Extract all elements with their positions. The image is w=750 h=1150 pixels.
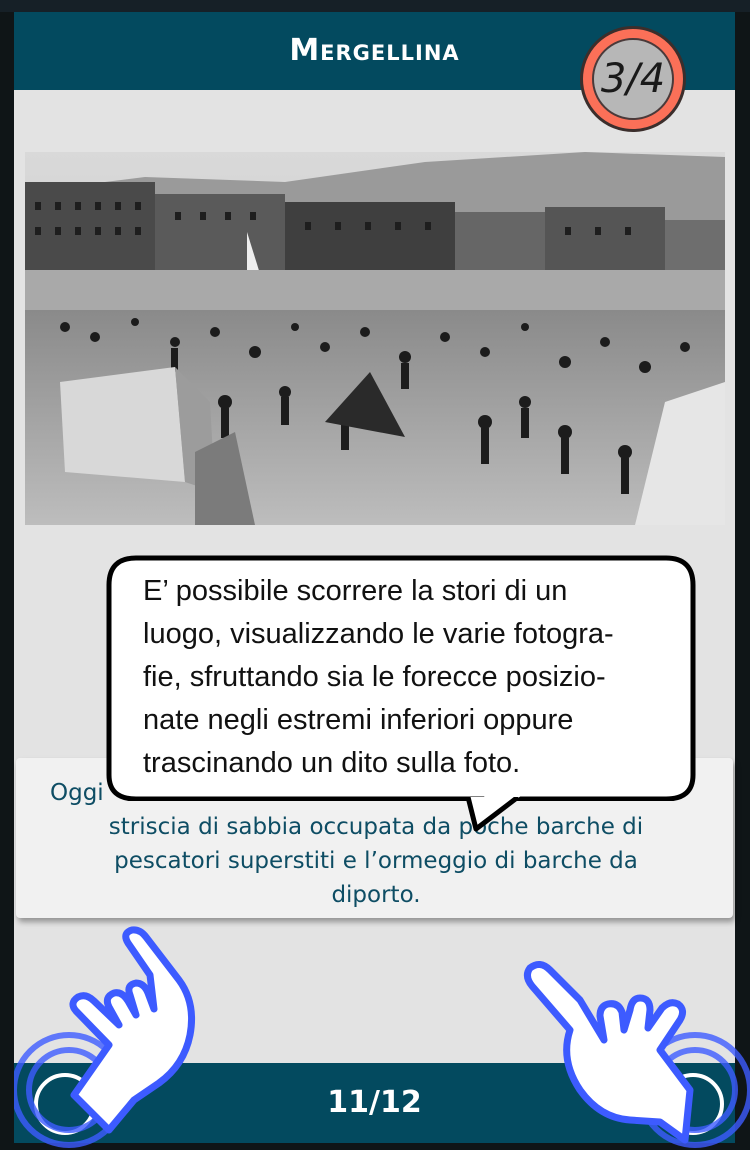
left-pointing-hand-icon bbox=[14, 926, 196, 1148]
tooltip-line: luogo, visualizzando le varie fotogra- bbox=[143, 618, 614, 650]
caption-line: pescatori superstiti e l’ormeggio di bar… bbox=[114, 848, 638, 874]
historic-photo[interactable] bbox=[25, 152, 725, 525]
tooltip-tail bbox=[466, 797, 520, 832]
caption-line: diporto. bbox=[331, 882, 421, 908]
caption-line: striscia di sabbia occupata da poche bar… bbox=[108, 814, 644, 840]
page-indicator-inner: 3/4 bbox=[592, 38, 674, 120]
status-strip bbox=[0, 0, 750, 12]
app-frame: Mergellina Oggi striscia di sabbia occup… bbox=[0, 0, 750, 1150]
tooltip-line: fie, sfruttando sia le forecce posizio- bbox=[143, 661, 606, 693]
tooltip-line: nate negli estremi inferiori oppure bbox=[143, 704, 574, 736]
tooltip-line: E’ possibile scorrere la stori di un bbox=[143, 575, 568, 607]
page-indicator-badge: 3/4 bbox=[580, 26, 686, 132]
tooltip-line: trascinando un dito sulla foto. bbox=[143, 747, 521, 779]
tooltip-text: E’ possibile scorrere la stori di un luo… bbox=[143, 570, 683, 785]
historic-beach-photo-icon bbox=[25, 152, 725, 525]
right-pointing-hand-icon bbox=[523, 961, 750, 1148]
page-indicator-text: 3/4 bbox=[600, 56, 666, 102]
